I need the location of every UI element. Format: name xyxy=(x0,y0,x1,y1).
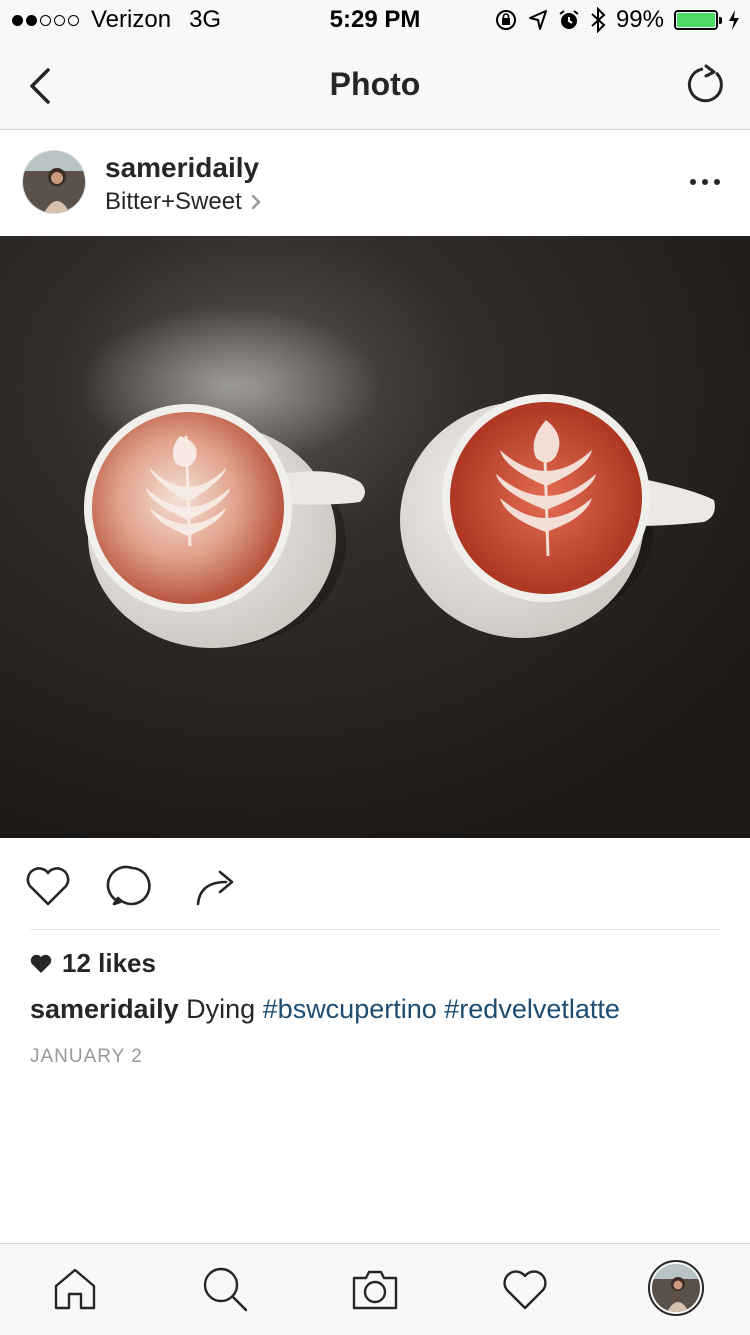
refresh-button[interactable] xyxy=(682,62,726,106)
status-bar: Verizon 3G 5:29 PM 99% xyxy=(0,0,750,40)
tab-activity[interactable] xyxy=(500,1264,550,1314)
camera-icon xyxy=(352,1270,398,1310)
alarm-icon xyxy=(559,10,579,29)
post-location[interactable]: Bitter+Sweet xyxy=(105,188,262,216)
share-button[interactable] xyxy=(192,860,244,912)
tab-camera[interactable] xyxy=(350,1264,400,1314)
nav-bar: Photo xyxy=(0,40,750,130)
page-title: Photo xyxy=(329,66,421,102)
more-options-button[interactable] xyxy=(688,170,722,194)
heart-icon xyxy=(30,954,52,973)
caption-text: Dying xyxy=(186,994,256,1024)
tab-bar xyxy=(0,1243,750,1335)
hashtag[interactable]: #redvelvetlatte xyxy=(444,994,620,1024)
post-actions xyxy=(0,838,750,930)
divider xyxy=(30,929,720,930)
chevron-right-icon xyxy=(251,194,261,210)
likes-count[interactable]: 12 likes xyxy=(30,948,156,979)
more-icon xyxy=(690,179,720,185)
share-icon xyxy=(196,870,234,906)
search-icon xyxy=(203,1267,248,1312)
avatar xyxy=(652,1264,700,1312)
tab-home[interactable] xyxy=(50,1264,100,1314)
bluetooth-icon xyxy=(591,7,606,33)
avatar[interactable] xyxy=(22,150,86,214)
heart-icon xyxy=(503,1270,547,1310)
rotation-lock-icon xyxy=(495,10,516,30)
location-label: Bitter+Sweet xyxy=(105,188,242,215)
charging-icon xyxy=(729,10,739,30)
home-icon xyxy=(54,1268,96,1310)
post-header: sameridaily Bitter+Sweet xyxy=(0,130,750,236)
post-photo[interactable] xyxy=(0,236,750,838)
tab-search[interactable] xyxy=(200,1264,250,1314)
post-caption: sameridaily Dying #bswcupertino #redvelv… xyxy=(30,994,620,1025)
comment-button[interactable] xyxy=(106,860,158,912)
like-button[interactable] xyxy=(22,860,74,912)
hashtag[interactable]: #bswcupertino xyxy=(263,994,437,1024)
post-date: JANUARY 2 xyxy=(30,1046,143,1067)
comment-icon xyxy=(106,865,151,906)
heart-icon xyxy=(26,867,70,906)
caption-username[interactable]: sameridaily xyxy=(30,994,179,1024)
location-icon xyxy=(528,10,547,30)
latte-photo xyxy=(0,236,750,838)
battery-percent: 99% xyxy=(615,6,664,33)
refresh-icon xyxy=(687,64,723,103)
post-username[interactable]: sameridaily xyxy=(105,152,259,184)
likes-label: 12 likes xyxy=(62,948,156,978)
tab-profile[interactable] xyxy=(648,1260,704,1316)
battery-icon xyxy=(674,10,722,30)
